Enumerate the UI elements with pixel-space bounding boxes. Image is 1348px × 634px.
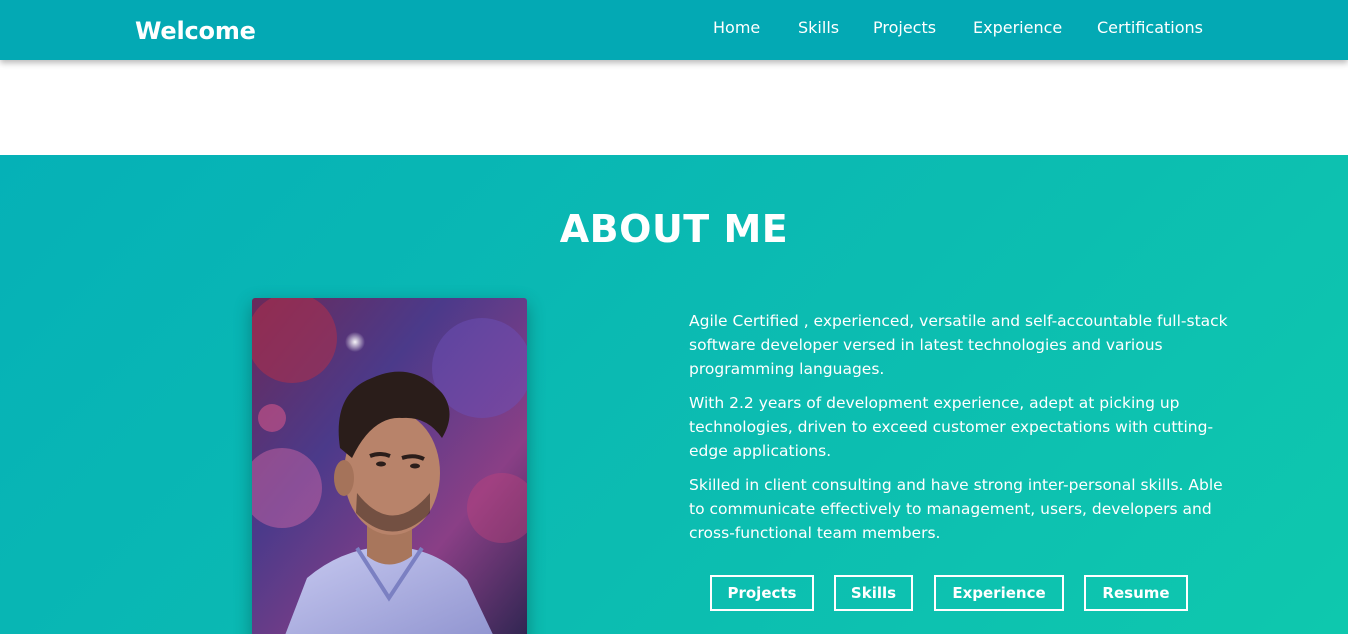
resume-button[interactable]: Resume: [1084, 575, 1188, 611]
nav-link-projects[interactable]: Projects: [873, 18, 936, 37]
bio-paragraph: Skilled in client consulting and have st…: [689, 476, 1223, 542]
bio-paragraph: With 2.2 years of development experience…: [689, 394, 1214, 460]
nav-link-certifications[interactable]: Certifications: [1097, 18, 1203, 37]
skills-button[interactable]: Skills: [834, 575, 913, 611]
bio-paragraph: Agile Certified , experienced, versatile…: [689, 312, 1228, 378]
navbar: Welcome Home Skills Projects Experience …: [0, 0, 1348, 60]
bio: Agile Certified , experienced, versatile…: [689, 309, 1234, 555]
nav-link-home[interactable]: Home: [713, 18, 760, 37]
projects-button[interactable]: Projects: [710, 575, 814, 611]
nav-link-skills[interactable]: Skills: [798, 18, 839, 37]
about-title: ABOUT ME: [559, 207, 789, 251]
nav-link-experience[interactable]: Experience: [973, 18, 1062, 37]
experience-button[interactable]: Experience: [934, 575, 1064, 611]
nav-links: Home Skills Projects Experience Certific…: [0, 18, 1348, 42]
about-section: ABOUT ME Agile Certified , experienced, …: [0, 155, 1348, 634]
about-actions: Projects Skills Experience Resume: [0, 575, 1348, 611]
